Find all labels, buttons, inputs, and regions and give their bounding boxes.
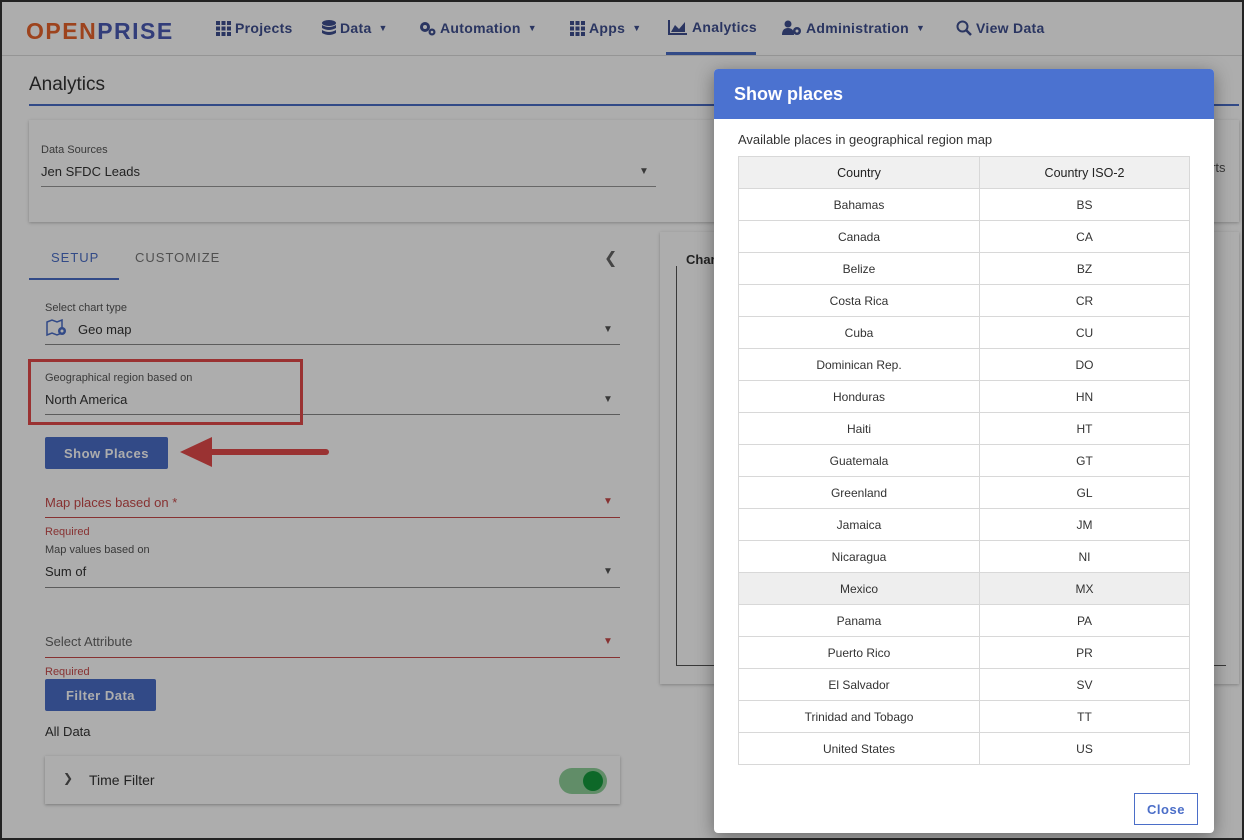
dialog-title: Show places (734, 84, 844, 104)
country-cell: Dominican Rep. (738, 348, 980, 381)
country-cell: Costa Rica (738, 284, 980, 317)
country-cell: Belize (738, 252, 980, 285)
places-table: Country Country ISO-2 Bahamas BS Canada CA B… (738, 156, 1190, 765)
iso-cell: DO (979, 348, 1190, 381)
country-cell: Guatemala (738, 444, 980, 477)
country-cell: Panama (738, 604, 980, 637)
country-cell: Honduras (738, 380, 980, 413)
table-row: United States US (738, 732, 1190, 765)
table-row: Trinidad and Tobago TT (738, 700, 1190, 733)
iso-cell: JM (979, 508, 1190, 541)
iso-cell: HN (979, 380, 1190, 413)
iso-cell: HT (979, 412, 1190, 445)
iso-cell: PR (979, 636, 1190, 669)
app-window: OPENPRISE Projects Data ▼ Automation ▼ App… (0, 0, 1244, 840)
country-cell: Cuba (738, 316, 980, 349)
close-button[interactable]: Close (1134, 793, 1198, 825)
country-cell: Canada (738, 220, 980, 253)
table-row: Panama PA (738, 604, 1190, 637)
table-row: Puerto Rico PR (738, 636, 1190, 669)
dialog-subtitle: Available places in geographical region … (738, 132, 993, 147)
iso-cell: CA (979, 220, 1190, 253)
table-row: Costa Rica CR (738, 284, 1190, 317)
country-cell: Nicaragua (738, 540, 980, 573)
iso-cell: PA (979, 604, 1190, 637)
table-row: Canada CA (738, 220, 1190, 253)
table-row: Nicaragua NI (738, 540, 1190, 573)
table-row: Haiti HT (738, 412, 1190, 445)
country-cell: Bahamas (738, 188, 980, 221)
iso-cell: MX (979, 572, 1190, 605)
iso-cell: BZ (979, 252, 1190, 285)
iso-cell: US (979, 732, 1190, 765)
show-places-dialog: Show places Available places in geograph… (714, 69, 1214, 833)
country-cell: Puerto Rico (738, 636, 980, 669)
country-cell: United States (738, 732, 980, 765)
iso-cell: NI (979, 540, 1190, 573)
iso-cell: BS (979, 188, 1190, 221)
iso-cell: SV (979, 668, 1190, 701)
country-cell: Greenland (738, 476, 980, 509)
country-cell: El Salvador (738, 668, 980, 701)
country-cell: Haiti (738, 412, 980, 445)
table-row: Dominican Rep. DO (738, 348, 1190, 381)
table-header-row: Country Country ISO-2 (738, 156, 1190, 189)
country-cell: Mexico (738, 572, 980, 605)
iso-cell: GL (979, 476, 1190, 509)
dialog-header: Show places (714, 69, 1214, 119)
table-row: Honduras HN (738, 380, 1190, 413)
iso-cell: CU (979, 316, 1190, 349)
country-cell: Trinidad and Tobago (738, 700, 980, 733)
iso-cell: GT (979, 444, 1190, 477)
table-row: Cuba CU (738, 316, 1190, 349)
table-row: Mexico MX (738, 572, 1190, 605)
table-row: Guatemala GT (738, 444, 1190, 477)
iso-cell: TT (979, 700, 1190, 733)
table-row: El Salvador SV (738, 668, 1190, 701)
iso-cell: CR (979, 284, 1190, 317)
column-header-iso: Country ISO-2 (979, 156, 1190, 189)
table-row: Greenland GL (738, 476, 1190, 509)
country-cell: Jamaica (738, 508, 980, 541)
table-row: Jamaica JM (738, 508, 1190, 541)
table-row: Belize BZ (738, 252, 1190, 285)
column-header-country: Country (738, 156, 980, 189)
table-row: Bahamas BS (738, 188, 1190, 221)
